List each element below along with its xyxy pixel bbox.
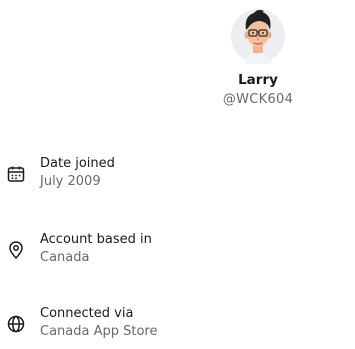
detail-value: Canada [40,250,90,265]
detail-row-date-joined: Date joined July 2009 [0,156,355,196]
avatar[interactable] [230,6,286,64]
detail-value: Canada App Store [40,324,158,339]
location-pin-icon [6,240,26,260]
cartoon-man-avatar-icon [231,9,285,64]
detail-row-connected-via: Connected via Canada App Store [0,306,355,346]
detail-value: July 2009 [40,174,101,189]
detail-label: Account based in [40,232,152,247]
detail-label: Date joined [40,156,115,171]
profile-name: Larry [238,72,278,88]
detail-row-account-based-in: Account based in Canada [0,232,355,272]
profile-about-panel: Larry @WCK604 Date joined July 2009 Acco… [0,0,355,349]
detail-label: Connected via [40,306,134,321]
globe-icon [6,314,26,334]
profile-handle: @WCK604 [222,92,294,107]
calendar-icon [6,164,26,184]
